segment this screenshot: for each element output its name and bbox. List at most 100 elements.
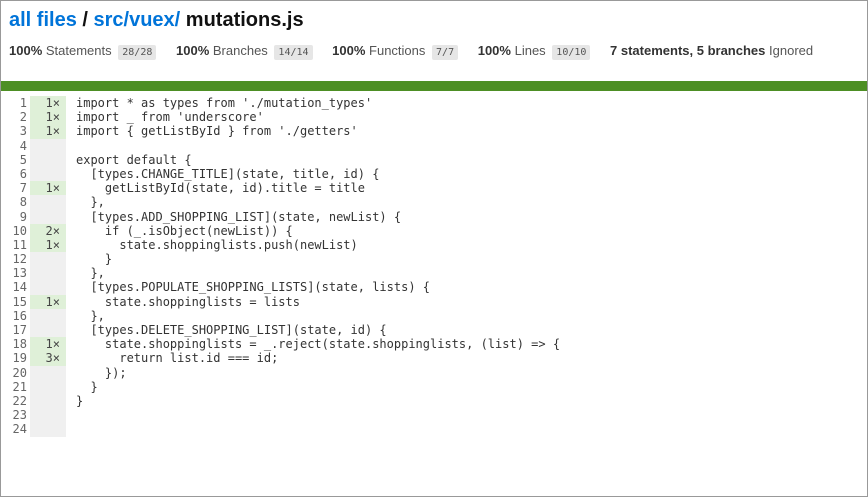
coverage-report: all files / src/vuex/ mutations.js 100% … bbox=[0, 0, 868, 497]
code-line: 20 }); bbox=[1, 365, 867, 380]
line-number: 16 bbox=[12, 308, 27, 323]
line-hit-count: 1× bbox=[30, 124, 66, 139]
line-source: [types.POPULATE_SHOPPING_LISTS](state, l… bbox=[76, 280, 431, 295]
line-source: import _ from 'underscore' bbox=[76, 110, 264, 125]
statements-fraction: 28/28 bbox=[118, 45, 157, 60]
line-number: 9 bbox=[19, 209, 27, 224]
line-source bbox=[66, 422, 76, 436]
functions-fraction: 7/7 bbox=[432, 45, 459, 60]
code-line: 23 bbox=[1, 408, 867, 423]
functions-label: Functions bbox=[369, 43, 426, 58]
line-source: if (_.isObject(newList)) { bbox=[76, 223, 293, 238]
line-number: 12 bbox=[12, 252, 27, 267]
ignored-count: 7 statements, 5 branches bbox=[610, 43, 766, 58]
file-name: mutations.js bbox=[185, 9, 304, 31]
statements-pct: 100% bbox=[9, 43, 43, 58]
lines-fraction: 10/10 bbox=[552, 45, 591, 60]
line-number: 22 bbox=[12, 393, 27, 408]
lines-label: Lines bbox=[514, 43, 546, 58]
line-hit-count bbox=[30, 379, 66, 394]
line-number: 2 bbox=[19, 110, 27, 125]
line-hit-count bbox=[30, 365, 66, 380]
line-source: [types.CHANGE_TITLE](state, title, id) { bbox=[76, 166, 380, 181]
line-source: state.shoppinglists = _.reject(state.sho… bbox=[76, 337, 561, 352]
code-line: 5 export default { bbox=[1, 152, 867, 167]
line-source: import * as types from './mutation_types… bbox=[76, 96, 373, 110]
line-number: 23 bbox=[12, 408, 27, 423]
code-line: 10 2× if (_.isObject(newList)) { bbox=[1, 223, 867, 238]
functions-stat: 100% Functions 7/7 bbox=[332, 43, 459, 60]
lines-pct: 100% bbox=[477, 43, 511, 58]
code-line: 16 }, bbox=[1, 308, 867, 323]
line-hit-count: 2× bbox=[30, 223, 66, 238]
line-hit-count: 1× bbox=[30, 237, 66, 253]
source-listing: 1 1× import * as types from './mutation_ty… bbox=[1, 96, 867, 437]
line-hit-count bbox=[30, 308, 66, 323]
line-hit-count bbox=[30, 252, 66, 267]
line-hit-count bbox=[30, 422, 66, 437]
line-source: [types.DELETE_SHOPPING_LIST](state, id) … bbox=[76, 323, 387, 337]
branches-fraction: 14/14 bbox=[274, 45, 313, 60]
line-number: 6 bbox=[19, 166, 27, 181]
code-line: 21 } bbox=[1, 379, 867, 394]
line-source: state.shoppinglists.push(newList) bbox=[76, 237, 358, 252]
line-number: 21 bbox=[12, 379, 27, 394]
line-number: 18 bbox=[12, 337, 27, 352]
line-source: import { getListById } from './getters' bbox=[76, 124, 358, 139]
code-line: 2 1× import _ from 'underscore' bbox=[1, 110, 867, 125]
line-number: 1 bbox=[19, 96, 27, 110]
line-number: 7 bbox=[19, 181, 27, 196]
coverage-summary: 100% Statements 28/28 100% Branches 14/1… bbox=[9, 43, 829, 60]
code-line: 3 1× import { getListById } from './getter… bbox=[1, 124, 867, 139]
line-number: 8 bbox=[19, 195, 27, 210]
line-source: return list.id === id; bbox=[76, 351, 279, 366]
line-number: 10 bbox=[12, 223, 27, 238]
code-line: 14 [types.POPULATE_SHOPPING_LISTS](state… bbox=[1, 280, 867, 295]
code-line: 6 [types.CHANGE_TITLE](state, title, id)… bbox=[1, 166, 867, 182]
line-hit-count bbox=[30, 138, 66, 153]
line-number: 4 bbox=[19, 138, 27, 153]
code-line: 19 3× return list.id === id; bbox=[1, 351, 867, 366]
page-title: all files / src/vuex/ mutations.js bbox=[9, 9, 304, 32]
breadcrumb-all-files-link[interactable]: all files bbox=[9, 9, 77, 31]
code-line: 11 1× state.shoppinglists.push(newList) bbox=[1, 237, 867, 253]
line-source bbox=[66, 408, 76, 422]
line-hit-count bbox=[30, 408, 66, 423]
code-line: 24 bbox=[1, 422, 867, 437]
line-number: 5 bbox=[19, 152, 27, 167]
branches-pct: 100% bbox=[176, 43, 210, 58]
line-hit-count bbox=[30, 280, 66, 295]
ignored-label: Ignored bbox=[769, 43, 814, 58]
line-number: 17 bbox=[12, 323, 27, 337]
line-number: 19 bbox=[12, 351, 27, 366]
code-line: 7 1× getListById(state, id).title = title bbox=[1, 181, 867, 196]
code-line: 4 bbox=[1, 138, 867, 153]
line-source: state.shoppinglists = lists bbox=[76, 294, 300, 309]
line-number: 3 bbox=[19, 124, 27, 139]
line-number: 13 bbox=[12, 266, 27, 281]
line-number: 11 bbox=[12, 237, 27, 252]
line-source: [types.ADD_SHOPPING_LIST](state, newList… bbox=[76, 209, 402, 224]
ignored-stat: 7 statements, 5 branches Ignored bbox=[610, 43, 813, 58]
code-line: 1 1× import * as types from './mutation_ty… bbox=[1, 96, 867, 111]
code-line: 9 [types.ADD_SHOPPING_LIST](state, newLi… bbox=[1, 209, 867, 224]
branches-stat: 100% Branches 14/14 bbox=[176, 43, 313, 60]
line-number: 14 bbox=[12, 280, 27, 295]
line-source: export default { bbox=[76, 152, 192, 167]
line-hit-count bbox=[30, 166, 66, 182]
line-source: getListById(state, id).title = title bbox=[76, 181, 365, 196]
code-line: 12 } bbox=[1, 252, 867, 267]
code-line: 15 1× state.shoppinglists = lists bbox=[1, 294, 867, 309]
line-hit-count bbox=[30, 393, 66, 409]
functions-pct: 100% bbox=[332, 43, 366, 58]
line-hit-count: 1× bbox=[30, 96, 66, 111]
line-number: 24 bbox=[12, 422, 27, 437]
code-line: 17 [types.DELETE_SHOPPING_LIST](state, i… bbox=[1, 323, 867, 338]
lines-stat: 100% Lines 10/10 bbox=[478, 43, 591, 60]
line-source: } bbox=[76, 393, 84, 408]
line-hit-count: 3× bbox=[30, 351, 66, 366]
breadcrumb-dir-link[interactable]: src/vuex/ bbox=[93, 9, 180, 31]
code-line: 22} bbox=[1, 393, 867, 409]
line-hit-count bbox=[30, 195, 66, 210]
code-line: 8 }, bbox=[1, 195, 867, 210]
